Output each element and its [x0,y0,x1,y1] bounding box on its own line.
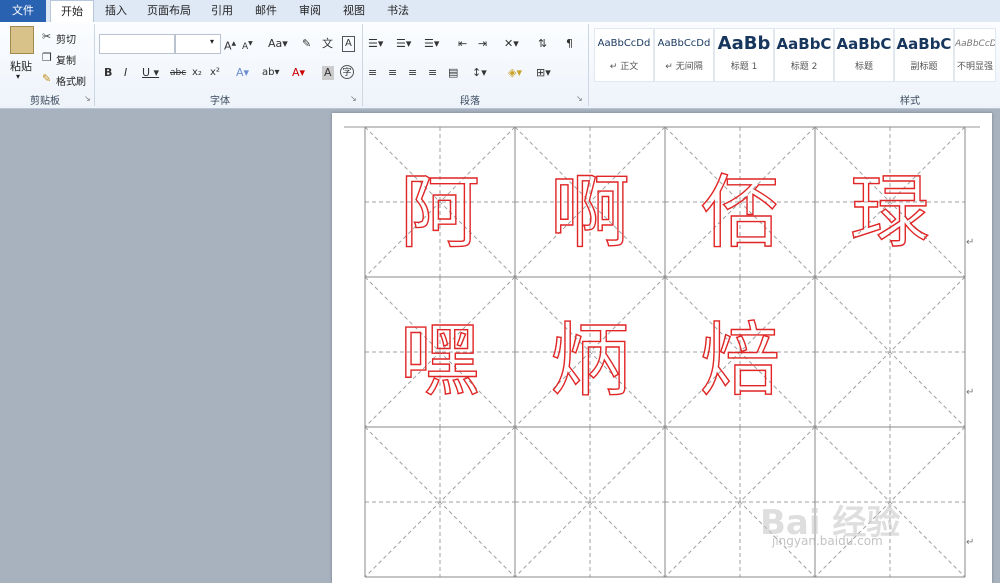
change-case-icon[interactable]: Aa▾ [268,37,288,51]
font-name-combo[interactable] [99,34,175,54]
text-effects-icon[interactable]: A▾ [236,66,249,80]
tab-references[interactable]: 引用 [204,0,240,22]
style-name: 不明显强 [956,62,993,72]
style-name: 标题 1 [730,62,758,72]
clear-format-icon[interactable]: ✎ [302,37,311,51]
align-left-icon[interactable]: ≡ [368,66,377,80]
calligraphy-character: 炳 [549,313,630,407]
shading-icon[interactable]: ◈▾ [508,66,522,80]
styles-group-label: 样式 [900,96,920,107]
calligraphy-character: 俖 [699,165,780,259]
line-spacing-icon[interactable]: ↕▾ [472,66,487,80]
paragraph-launcher-icon[interactable]: ↘ [576,94,583,103]
ribbon-separator [94,24,95,106]
borders-icon[interactable]: ⊞▾ [536,66,551,80]
character-border-icon[interactable]: A [342,36,355,52]
style-title[interactable]: AaBbC 标题 [834,28,894,82]
numbering-icon[interactable]: ☰▾ [396,37,411,51]
style-sample: AaBbC [776,35,832,53]
clipboard-launcher-icon[interactable]: ↘ [84,94,91,103]
paste-dropdown-icon[interactable]: ▾ [16,72,20,81]
style-sample: AaBbCcDd [955,39,995,49]
underline-icon[interactable]: U ▾ [142,66,159,80]
format-painter-icon[interactable]: ✎ [42,72,51,86]
paragraph-mark: ↵ [966,537,975,548]
tab-calligraphy[interactable]: 书法 [380,0,416,22]
style-subtle-emphasis[interactable]: AaBbCcDd 不明显强 [954,28,996,82]
style-sample: AaBbC [836,35,892,53]
enclose-character-icon[interactable]: 字 [340,65,354,79]
copy-icon[interactable]: ❐ [42,51,52,65]
strikethrough-icon[interactable]: abc [170,66,186,80]
increase-indent-icon[interactable]: ⇥ [478,37,487,51]
style-sample: AaBbC [896,35,952,53]
phonetic-guide-icon[interactable]: 文 [322,37,333,51]
decrease-indent-icon[interactable]: ⇤ [458,37,467,51]
style-normal[interactable]: AaBbCcDd ↵ 正文 [594,28,654,82]
tab-page-layout[interactable]: 页面布局 [140,0,198,22]
superscript-icon[interactable]: x² [210,66,220,80]
style-sample: AaBbCcDd [597,38,651,49]
font-group-label: 字体 [210,96,230,107]
copy-button[interactable]: 复制 [56,52,76,67]
style-name: ↵ 无间隔 [665,62,703,72]
shrink-font-icon[interactable]: A▼ [242,37,253,54]
tab-view[interactable]: 视图 [336,0,372,22]
tab-insert[interactable]: 插入 [98,0,134,22]
multilevel-list-icon[interactable]: ☰▾ [424,37,439,51]
calligraphy-character: 啊 [549,165,630,259]
grow-font-icon[interactable]: A▲ [224,37,236,54]
align-right-icon[interactable]: ≡ [408,66,417,80]
paste-button[interactable]: 粘贴 [10,58,32,74]
ribbon: 粘贴 ▾ ✂ 剪切 ❐ 复制 ✎ 格式刷 剪贴板 ↘ ▾ A▲ A▼ Aa▾ ✎… [0,22,1000,109]
italic-icon[interactable]: I [124,66,127,80]
font-size-dropdown-icon[interactable]: ▾ [210,37,214,46]
ribbon-separator [588,24,589,106]
highlight-icon[interactable]: ab▾ [262,66,280,80]
show-formatting-icon[interactable]: ¶ [566,37,573,51]
calligraphy-character: 琭 [849,165,930,259]
style-name: 标题 2 [790,62,818,72]
font-launcher-icon[interactable]: ↘ [350,94,357,103]
font-size-combo[interactable] [175,34,221,54]
style-name: ↵ 正文 [609,62,639,72]
ribbon-tab-bar: 文件 开始 插入 页面布局 引用 邮件 审阅 视图 书法 [0,0,1000,23]
bold-icon[interactable]: B [104,66,112,80]
style-no-spacing[interactable]: AaBbCcDd ↵ 无间隔 [654,28,714,82]
align-center-icon[interactable]: ≡ [388,66,397,80]
calligraphy-character: 嘿 [399,313,480,407]
baidu-watermark-url: jingyan.baidu.com [772,534,883,548]
subscript-icon[interactable]: x₂ [192,66,202,80]
style-name: 副标题 [910,62,938,72]
tab-home[interactable]: 开始 [50,0,94,23]
character-shading-icon[interactable]: A [322,66,334,80]
scissors-icon[interactable]: ✂ [42,30,51,44]
tab-review[interactable]: 审阅 [292,0,328,22]
distributed-icon[interactable]: ▤ [448,66,458,80]
paragraph-mark: ↵ [966,237,975,248]
paragraph-mark: ↵ [966,387,975,398]
sort-icon[interactable]: ⇅ [538,37,547,51]
font-color-icon[interactable]: A▾ [292,66,305,80]
tab-file[interactable]: 文件 [0,0,46,22]
bullets-icon[interactable]: ☰▾ [368,37,383,51]
clipboard-group-label: 剪贴板 [30,96,60,107]
style-sample: AaBb [717,33,771,54]
chinese-layout-icon[interactable]: ✕▾ [504,37,519,51]
ribbon-separator [362,24,363,106]
style-subtitle[interactable]: AaBbC 副标题 [894,28,954,82]
style-heading-1[interactable]: AaBb 标题 1 [714,28,774,82]
style-heading-2[interactable]: AaBbC 标题 2 [774,28,834,82]
paragraph-group-label: 段落 [460,96,480,107]
calligraphy-character: 阿 [399,165,480,259]
tab-mailings[interactable]: 邮件 [248,0,284,22]
style-sample: AaBbCcDd [657,38,711,49]
paste-icon[interactable] [10,26,34,54]
style-name: 标题 [854,62,873,72]
format-painter-button[interactable]: 格式刷 [56,73,86,88]
justify-icon[interactable]: ≡ [428,66,437,80]
calligraphy-character: 焙 [699,313,780,407]
cut-button[interactable]: 剪切 [56,31,76,46]
